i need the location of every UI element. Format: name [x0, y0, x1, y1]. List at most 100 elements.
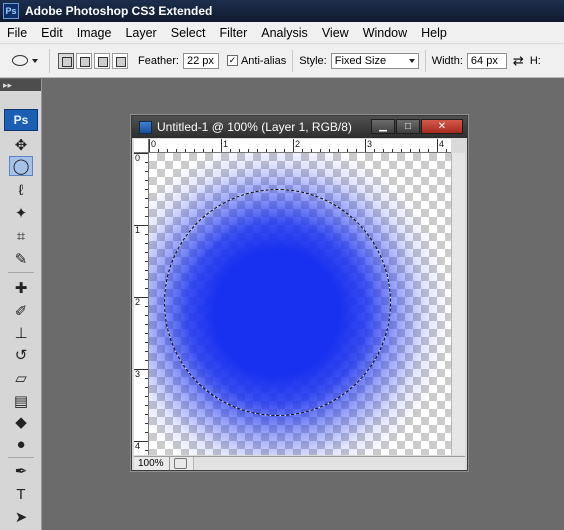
ruler-label: 2 [295, 139, 301, 149]
menu-view[interactable]: View [315, 26, 356, 40]
maximize-button[interactable]: □ [396, 119, 420, 134]
drop-icon: ◆ [15, 414, 27, 431]
gradient-tool[interactable]: ▤ [9, 391, 33, 411]
pen-icon: ✒ [14, 463, 28, 480]
selection-mode-group [58, 52, 128, 69]
antialias-checkbox[interactable]: ✓ [226, 55, 238, 66]
status-menu-icon[interactable] [174, 458, 187, 469]
menu-file[interactable]: File [0, 26, 34, 40]
menu-filter[interactable]: Filter [212, 26, 254, 40]
ruler-label: 1 [223, 139, 229, 149]
toolbox-logo: Ps [4, 109, 38, 131]
slice-tool[interactable]: ✎ [9, 249, 33, 269]
divider [424, 49, 426, 72]
horizontal-scrollbar[interactable] [193, 457, 465, 470]
pen-tool[interactable]: ✒ [9, 461, 33, 481]
eraser-tool[interactable]: ▱ [9, 368, 33, 388]
feather-input[interactable]: 22 px [182, 52, 219, 69]
vertical-scrollbar[interactable] [451, 153, 465, 455]
path-selection-tool[interactable]: ➤ [9, 507, 33, 527]
ruler-label: 1 [135, 225, 141, 235]
type-tool[interactable]: T [9, 484, 33, 504]
vertical-ruler[interactable]: 0 1 2 3 4 [134, 153, 149, 455]
ruler-origin[interactable] [134, 139, 149, 153]
lasso-icon: ℓ [18, 181, 24, 199]
chevron-down-icon [32, 58, 38, 63]
new-selection-button[interactable] [58, 52, 74, 69]
ruler-label: 3 [135, 369, 141, 379]
ruler-label: 3 [367, 139, 373, 149]
bandage-icon: ✚ [14, 280, 28, 297]
antialias-label: Anti-alias [240, 54, 287, 67]
window-buttons: ▁ □ ✕ [371, 119, 463, 134]
minimize-button[interactable]: ▁ [371, 119, 395, 134]
menu-select[interactable]: Select [164, 26, 213, 40]
chevron-down-icon [408, 58, 415, 63]
app-title: Adobe Photoshop CS3 Extended [25, 4, 213, 18]
ellipse-icon [12, 55, 28, 66]
close-button[interactable]: ✕ [421, 119, 463, 134]
ruler-label: 4 [135, 441, 141, 451]
height-label: H: [529, 54, 541, 67]
width-input[interactable]: 64 px [466, 52, 507, 69]
menu-layer[interactable]: Layer [118, 26, 163, 40]
divider [292, 49, 294, 72]
slice-icon: ✎ [14, 251, 28, 268]
healing-brush-tool[interactable]: ✚ [9, 278, 33, 298]
ellipse-icon: ◯ [12, 158, 30, 175]
tool-preset-picker[interactable] [6, 48, 50, 73]
blur-tool[interactable]: ◆ [9, 412, 33, 432]
toolbox-grip[interactable]: ▸▸ [0, 79, 41, 91]
crop-icon: ⌗ [16, 227, 26, 245]
crop-tool[interactable]: ⌗ [9, 226, 33, 246]
document-title-bar[interactable]: Untitled-1 @ 100% (Layer 1, RGB/8) ▁ □ ✕ [132, 116, 467, 138]
menu-image[interactable]: Image [70, 26, 119, 40]
document-window: Untitled-1 @ 100% (Layer 1, RGB/8) ▁ □ ✕… [131, 115, 468, 471]
intersect-selection-button[interactable] [112, 52, 128, 69]
horizontal-ruler[interactable]: 0 1 2 3 4 [149, 139, 451, 153]
ruler-label: 4 [439, 139, 445, 149]
magic-wand-tool[interactable]: ✦ [9, 203, 33, 223]
move-icon: ✥ [14, 137, 28, 154]
history-icon: ↺ [14, 347, 28, 364]
swap-icon[interactable]: ⇄ [513, 53, 524, 69]
feather-label: Feather: [138, 54, 179, 67]
document-title: Untitled-1 @ 100% (Layer 1, RGB/8) [157, 120, 352, 134]
ruler-label: 0 [151, 139, 157, 149]
eraser-icon: ▱ [15, 370, 27, 387]
options-bar: Feather: 22 px ✓ Anti-alias Style: Fixed… [0, 44, 564, 78]
toolbox: ▸▸ Ps ✥◯ℓ✦⌗✎✚✐⊥↺▱▤◆●✒T➤□ [0, 79, 42, 530]
style-value: Fixed Size [334, 54, 387, 67]
document-canvas[interactable] [149, 153, 451, 455]
add-selection-button[interactable] [76, 52, 92, 69]
dodge-tool[interactable]: ● [9, 434, 33, 454]
clone-stamp-tool[interactable]: ⊥ [9, 323, 33, 343]
gradient-icon: ▤ [13, 393, 29, 410]
subtract-selection-button[interactable] [94, 52, 110, 69]
app-title-bar: Ps Adobe Photoshop CS3 Extended [0, 0, 564, 22]
zoom-level[interactable]: 100% [134, 457, 170, 470]
menu-window[interactable]: Window [356, 26, 414, 40]
arrow-icon: ➤ [14, 509, 28, 526]
ruler-label: 0 [135, 153, 141, 163]
document-icon [139, 120, 152, 134]
toolbox-divider [8, 457, 34, 458]
lasso-tool[interactable]: ℓ [9, 180, 33, 200]
toolbox-divider [8, 272, 34, 273]
menu-analysis[interactable]: Analysis [254, 26, 315, 40]
elliptical-marquee-tool[interactable]: ◯ [9, 156, 33, 176]
dodge-icon: ● [16, 435, 26, 453]
style-label: Style: [299, 54, 327, 67]
menu-bar: File Edit Image Layer Select Filter Anal… [0, 22, 564, 44]
status-bar: 100% [134, 456, 465, 470]
photoshop-logo-icon: Ps [3, 3, 19, 19]
brush-tool[interactable]: ✐ [9, 301, 33, 321]
brush-icon: ✐ [14, 303, 28, 320]
move-tool[interactable]: ✥ [9, 135, 33, 155]
menu-help[interactable]: Help [414, 26, 454, 40]
style-select[interactable]: Fixed Size [330, 52, 419, 69]
wand-icon: ✦ [14, 205, 28, 222]
menu-edit[interactable]: Edit [34, 26, 70, 40]
width-label: Width: [431, 54, 463, 67]
history-brush-tool[interactable]: ↺ [9, 345, 33, 365]
